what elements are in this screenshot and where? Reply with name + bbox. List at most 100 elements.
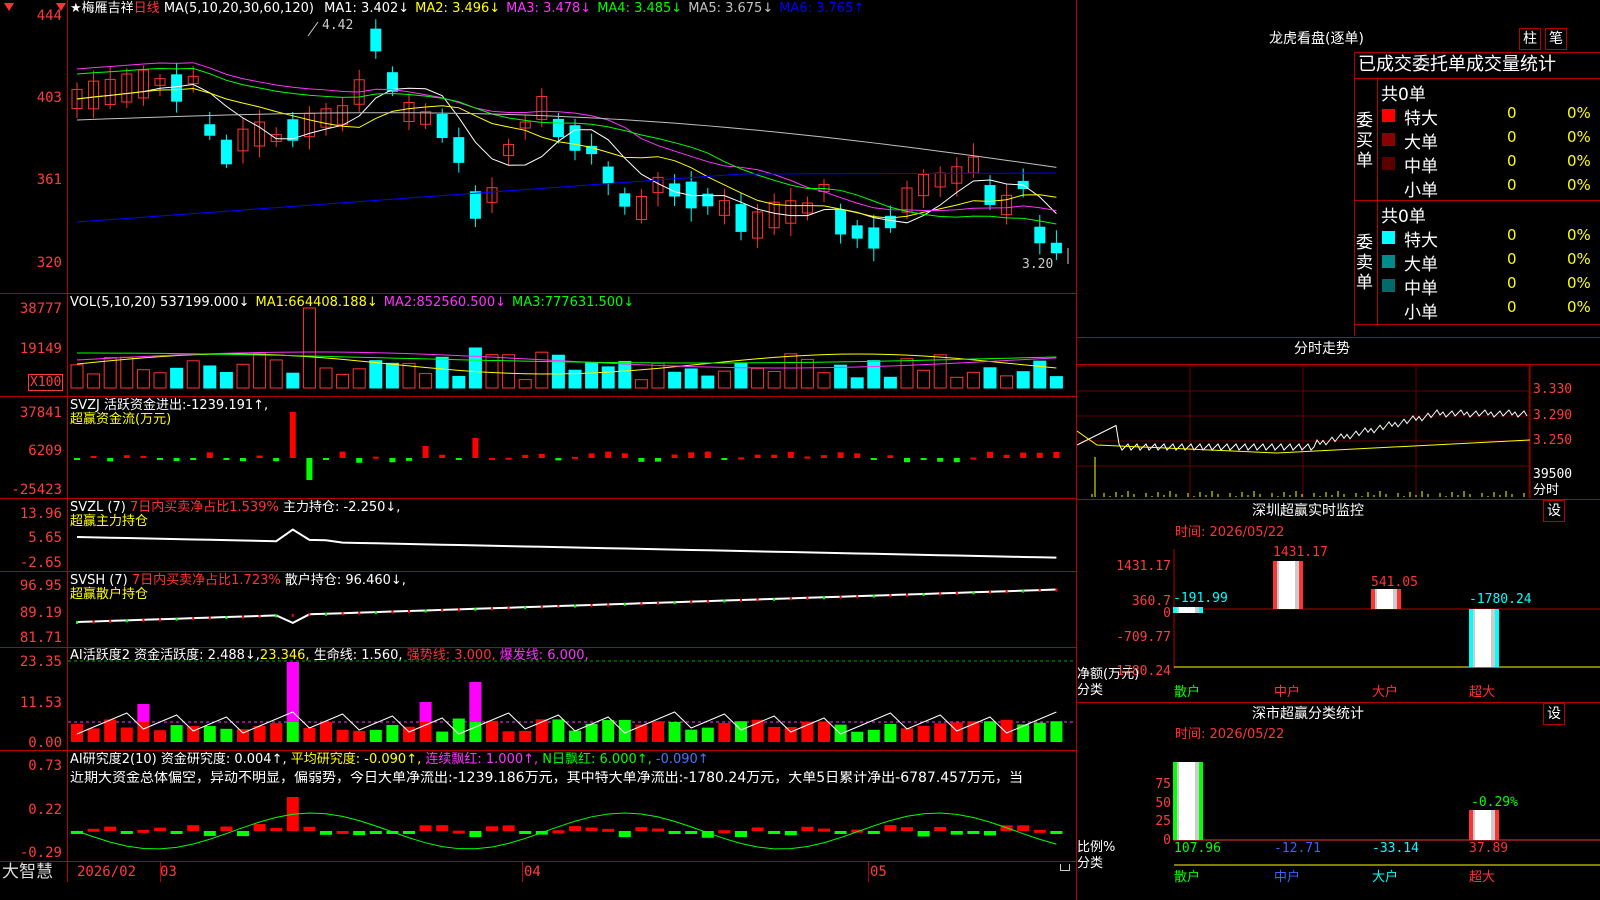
activity-bar (104, 719, 117, 742)
research-bar (419, 825, 432, 831)
volume-bar (900, 358, 914, 389)
order-count: 0 (1507, 152, 1517, 170)
activity-bar (934, 723, 947, 742)
research-bar (170, 831, 183, 834)
bar-mode-button[interactable]: 柱 (1519, 28, 1541, 50)
volume-chart[interactable] (0, 294, 1076, 396)
category-label: 超大 (1469, 685, 1496, 700)
tick-mark (192, 617, 195, 621)
order-percent: 0% (1567, 226, 1591, 244)
volume-bar (302, 307, 316, 389)
volume-bar (800, 358, 814, 389)
research-bar (585, 827, 598, 831)
tick-mark (590, 603, 593, 607)
tick-mode-button[interactable]: 笔 (1545, 28, 1567, 50)
chart-area[interactable]: ★梅雁吉祥日线 MA(5,10,20,30,60,120) MA1: 3.402… (0, 0, 1077, 900)
vol-tick: 39500 (1533, 467, 1573, 482)
tick-mark (142, 618, 145, 622)
activity-bar (203, 726, 216, 742)
activity-bar (220, 728, 233, 742)
category-label: 大户 (1372, 685, 1399, 700)
flow-bar (206, 452, 213, 458)
intraday-chart[interactable] (1077, 365, 1600, 498)
main-force-chart[interactable] (0, 499, 1076, 571)
tick-mark (507, 606, 510, 610)
tick-mark (889, 594, 892, 598)
volume-bar (419, 373, 433, 389)
volume-bar (966, 371, 980, 389)
right-panel: 龙虎看盘(逐单) 柱 笔 已成交委托单成交量统计 委买单共0单 特大 0 0% 大单 0 0… (1077, 0, 1600, 900)
activity-bar (950, 722, 963, 742)
tick-mark (906, 593, 908, 597)
volume-bar (518, 379, 532, 389)
research-bar (967, 831, 980, 834)
candle (735, 204, 747, 232)
bar-value-label: -191.99 (1173, 591, 1228, 606)
flow-bar (854, 453, 861, 458)
tick-mark (1022, 589, 1025, 593)
retail-chart[interactable] (0, 572, 1076, 647)
volume-bar (236, 363, 250, 389)
activity-bar (602, 720, 615, 742)
activity-bar (187, 725, 200, 742)
research-bar (502, 825, 515, 831)
lock-icon[interactable] (1060, 864, 1070, 871)
research-bar (220, 826, 233, 831)
activity-bar (569, 730, 581, 742)
date-label: 05 (870, 864, 887, 880)
flow-bar (372, 456, 379, 459)
research-bar (237, 831, 249, 837)
research-bar (768, 831, 781, 834)
research-bar (1033, 829, 1046, 833)
flow-bar (339, 451, 346, 458)
research-bar (187, 825, 200, 831)
volume-bar (983, 367, 997, 389)
activity-bar (1050, 721, 1063, 742)
activity-bar-top (286, 662, 299, 722)
volume-bar (651, 362, 665, 389)
volume-bar (253, 352, 267, 389)
flow-bar (937, 458, 944, 462)
research-bar (635, 827, 648, 831)
volume-bar (186, 360, 200, 389)
tick-mark (823, 596, 825, 600)
research-bar (270, 827, 283, 831)
research-bar (901, 827, 913, 831)
activity-bar (1033, 722, 1046, 742)
order-percent: 0% (1567, 298, 1591, 316)
bar-edge (1495, 810, 1499, 840)
research-bar (751, 827, 764, 831)
volume-bar (336, 373, 350, 389)
ai-research-chart[interactable] (0, 751, 1076, 861)
candlestick-chart[interactable] (0, 0, 1076, 293)
tick-mark (723, 599, 726, 603)
lhb-title: 龙虎看盘(逐单) (1269, 31, 1364, 47)
volume-bar (701, 375, 715, 389)
volume-bar (817, 372, 831, 389)
flow-bar (289, 412, 296, 458)
ratio-value: -12.71 (1274, 841, 1321, 856)
flow-bar (787, 452, 794, 458)
category-ratio-chart[interactable] (1077, 702, 1600, 900)
y-tick: 3.290 (1533, 408, 1573, 423)
order-percent: 0% (1567, 250, 1591, 268)
bar-value-label: 541.05 (1371, 575, 1418, 590)
volume-bar (883, 376, 897, 389)
activity-bar-top (419, 702, 432, 722)
research-bar (137, 829, 150, 833)
flow-bar (389, 458, 396, 463)
activity-bar (635, 724, 648, 742)
research-bar (353, 831, 366, 836)
tick-mark (1055, 588, 1058, 592)
volume-bar (1049, 376, 1063, 389)
color-swatch (1382, 109, 1395, 122)
flow-bar (123, 455, 130, 458)
bar-edge (1199, 762, 1203, 840)
research-bar (950, 831, 963, 835)
tick-mark (955, 591, 958, 595)
y-axis-label: 净额(万元) (1077, 667, 1140, 682)
ai-activity-chart[interactable] (0, 648, 1076, 750)
research-bar (436, 825, 449, 831)
flow-bar (655, 458, 661, 462)
fund-flow-chart[interactable] (0, 397, 1076, 498)
